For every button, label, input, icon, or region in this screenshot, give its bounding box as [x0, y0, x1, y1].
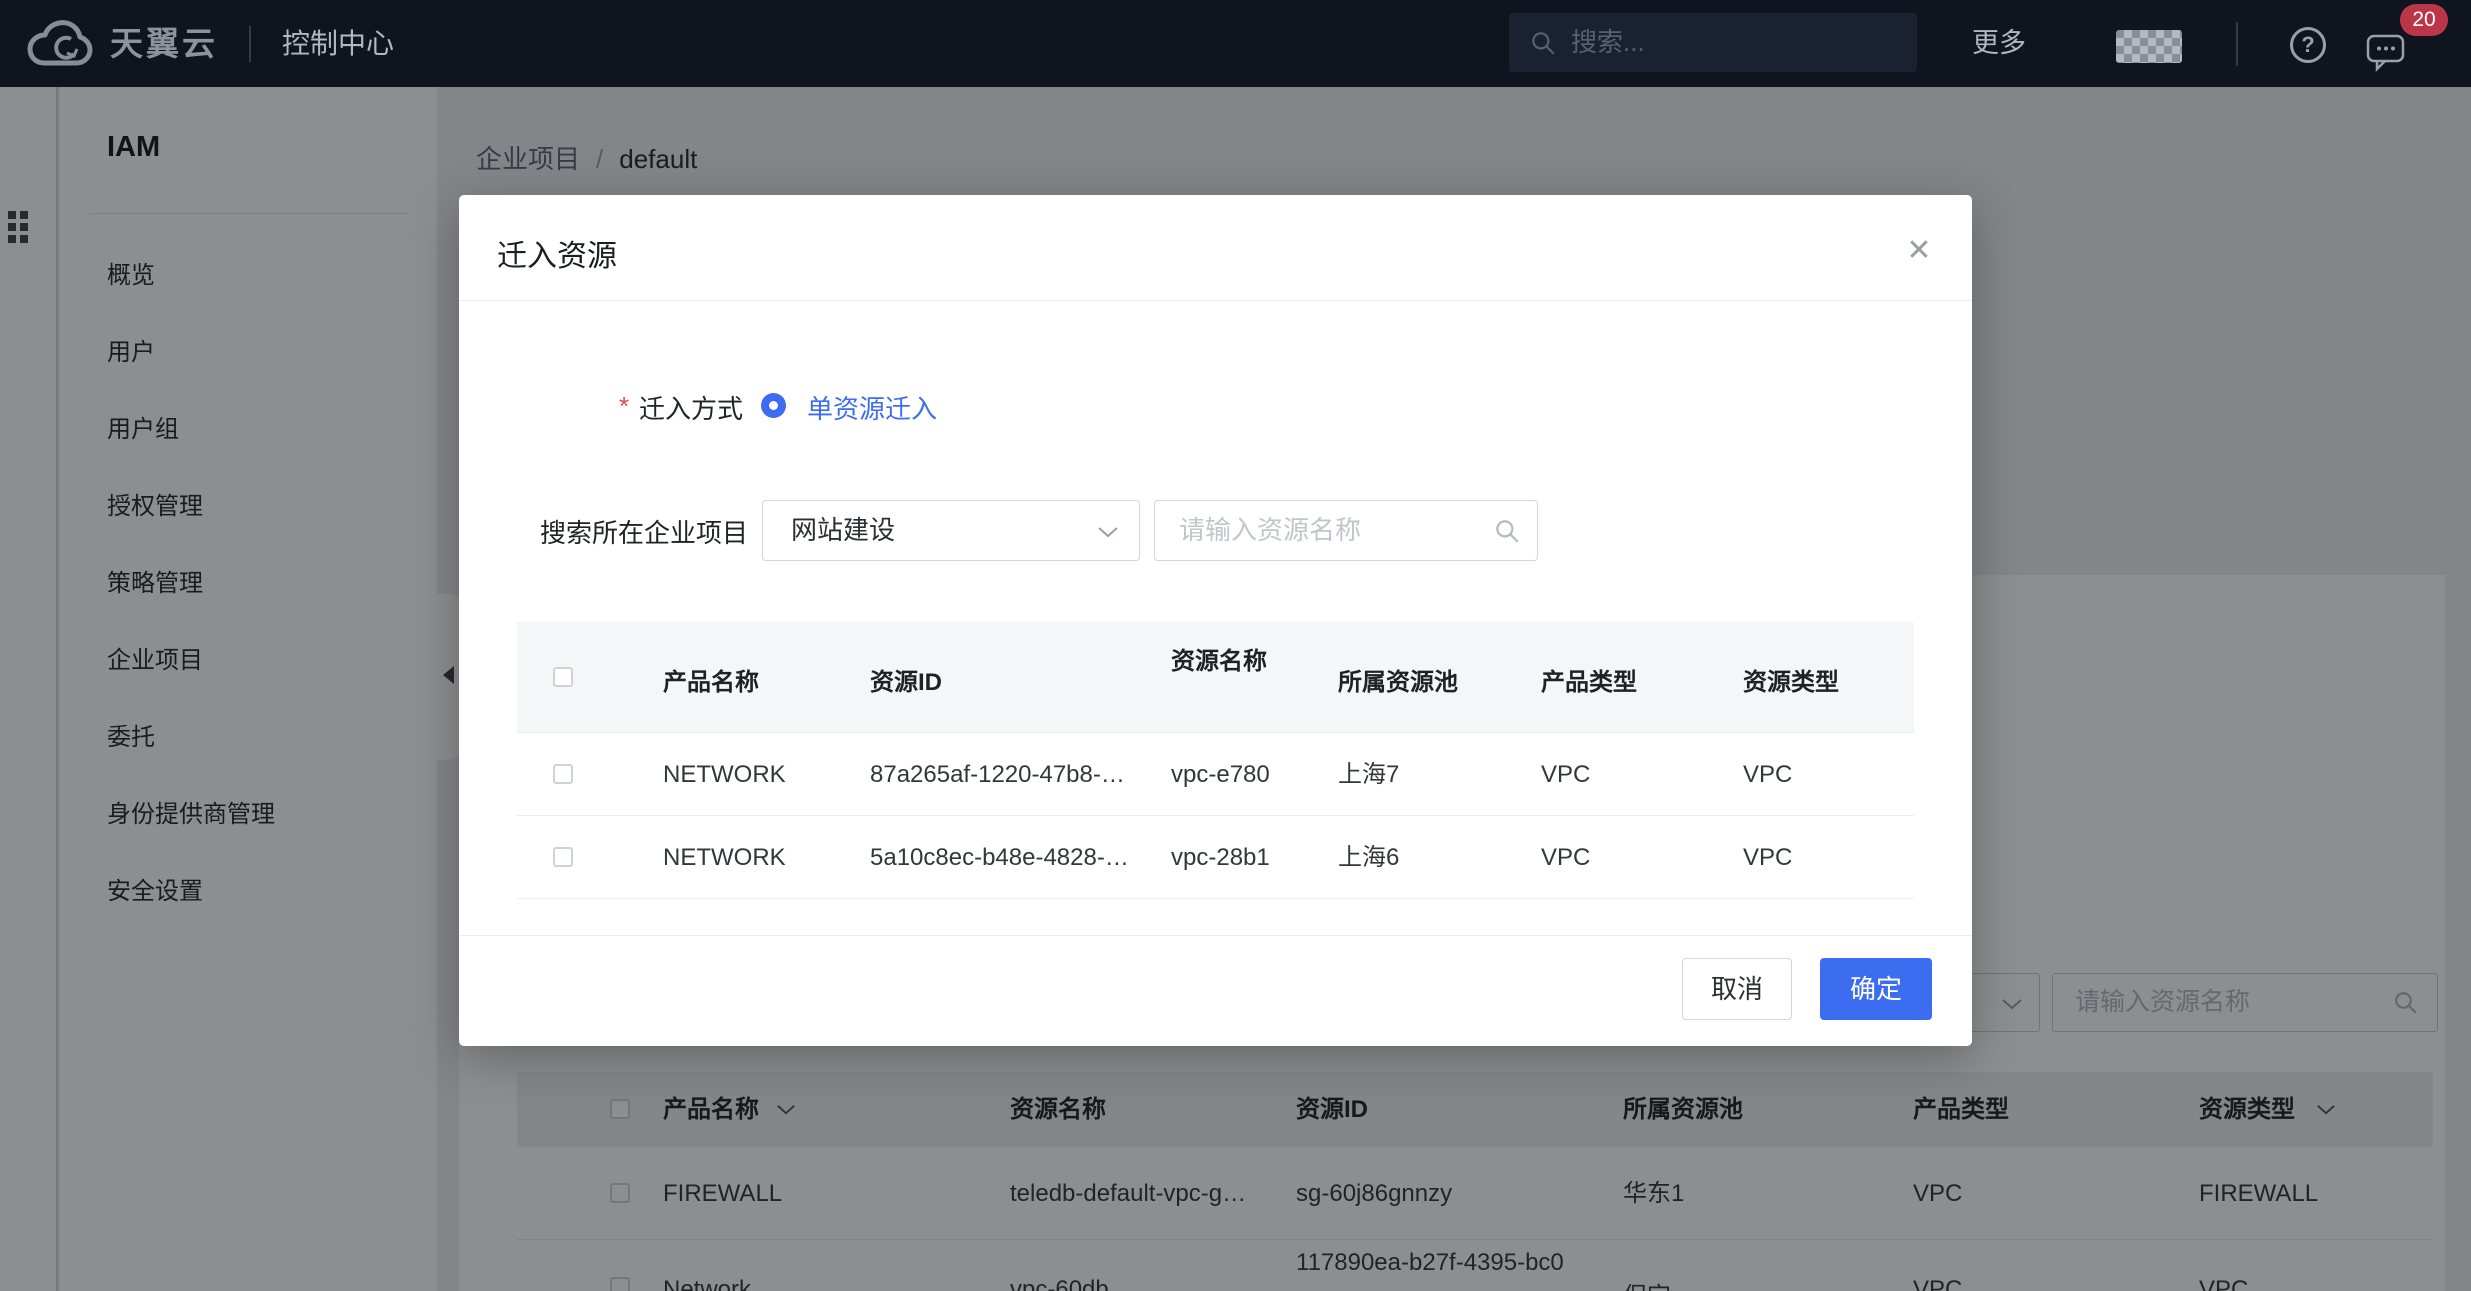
topbar-divider — [249, 26, 251, 62]
global-search-placeholder: 搜索... — [1571, 13, 1645, 72]
brand-name: 天翼云 — [110, 0, 218, 87]
col-resource-pool: 所属资源池 — [1338, 662, 1458, 697]
cell-resource-pool: 上海7 — [1338, 733, 1399, 816]
col-resource-type: 资源类型 — [1743, 662, 1839, 697]
cell-resource-id: 5a10c8ec-b48e-4828-… — [870, 816, 1129, 899]
cell-resource-type: VPC — [1743, 816, 1792, 899]
user-account-name[interactable] — [2116, 30, 2182, 63]
cloud-logo-icon — [22, 18, 100, 68]
resource-name-placeholder: 请输入资源名称 — [1179, 501, 1361, 560]
project-select-value: 网站建设 — [791, 501, 895, 560]
notification-badge[interactable]: 20 — [2400, 4, 2448, 36]
col-resource-name: 资源名称 — [1171, 646, 1271, 678]
search-icon — [1493, 517, 1521, 545]
app-root: 天翼云 控制中心 搜索... 更多 ? 20 IAM 概览 用户 — [0, 0, 2471, 1291]
cell-product-type: VPC — [1541, 733, 1590, 816]
topbar: 天翼云 控制中心 搜索... 更多 ? 20 — [0, 0, 2471, 87]
modal-footer-divider — [459, 935, 1972, 936]
cell-resource-name: vpc-e780 — [1171, 733, 1270, 816]
help-icon[interactable]: ? — [2290, 27, 2326, 63]
modal-title: 迁入资源 — [497, 231, 617, 275]
cell-resource-name: vpc-28b1 — [1171, 816, 1270, 899]
cell-product-name: NETWORK — [663, 733, 786, 816]
single-resource-radio[interactable] — [761, 393, 786, 418]
global-search-input[interactable]: 搜索... — [1509, 13, 1917, 72]
cell-product-name: NETWORK — [663, 816, 786, 899]
col-product-name: 产品名称 — [663, 662, 759, 697]
row-checkbox[interactable] — [553, 847, 573, 867]
col-resource-id: 资源ID — [870, 662, 942, 697]
resource-name-input[interactable]: 请输入资源名称 — [1154, 500, 1538, 561]
table-row[interactable]: NETWORK 87a265af-1220-47b8-… vpc-e780 上海… — [517, 733, 1914, 816]
migration-mode-label: 迁入方式 — [639, 389, 743, 426]
cancel-button[interactable]: 取消 — [1682, 958, 1792, 1020]
close-icon[interactable]: ✕ — [1897, 229, 1941, 273]
table-row[interactable]: NETWORK 5a10c8ec-b48e-4828-… vpc-28b1 上海… — [517, 816, 1914, 899]
row-checkbox[interactable] — [553, 764, 573, 784]
cell-product-type: VPC — [1541, 816, 1590, 899]
modal-header-divider — [459, 300, 1972, 301]
search-icon — [1529, 29, 1557, 57]
cell-resource-type: VPC — [1743, 733, 1792, 816]
migrate-resources-modal: 迁入资源 ✕ * 迁入方式 单资源迁入 搜索所在企业项目 网站建设 请输入资源名… — [459, 195, 1972, 1046]
cell-resource-id: 87a265af-1220-47b8-… — [870, 733, 1125, 816]
confirm-button[interactable]: 确定 — [1820, 958, 1932, 1020]
col-product-type: 产品类型 — [1541, 662, 1637, 697]
more-menu[interactable]: 更多 — [1972, 0, 2026, 87]
project-select[interactable]: 网站建设 — [762, 500, 1140, 561]
project-search-label: 搜索所在企业项目 — [540, 513, 748, 550]
select-all-checkbox[interactable] — [553, 667, 573, 687]
chevron-down-icon — [1097, 526, 1119, 538]
messages-icon[interactable] — [2366, 32, 2406, 72]
modal-resource-table: 产品名称 资源ID 资源名称 所属资源池 产品类型 资源类型 NETWORK 8… — [517, 622, 1914, 899]
topbar-divider — [2236, 22, 2238, 66]
single-resource-radio-label[interactable]: 单资源迁入 — [807, 389, 937, 426]
modal-table-header: 产品名称 资源ID 资源名称 所属资源池 产品类型 资源类型 — [517, 622, 1914, 733]
required-asterisk: * — [619, 391, 629, 422]
console-center-link[interactable]: 控制中心 — [282, 0, 394, 87]
cell-resource-pool: 上海6 — [1338, 816, 1399, 899]
